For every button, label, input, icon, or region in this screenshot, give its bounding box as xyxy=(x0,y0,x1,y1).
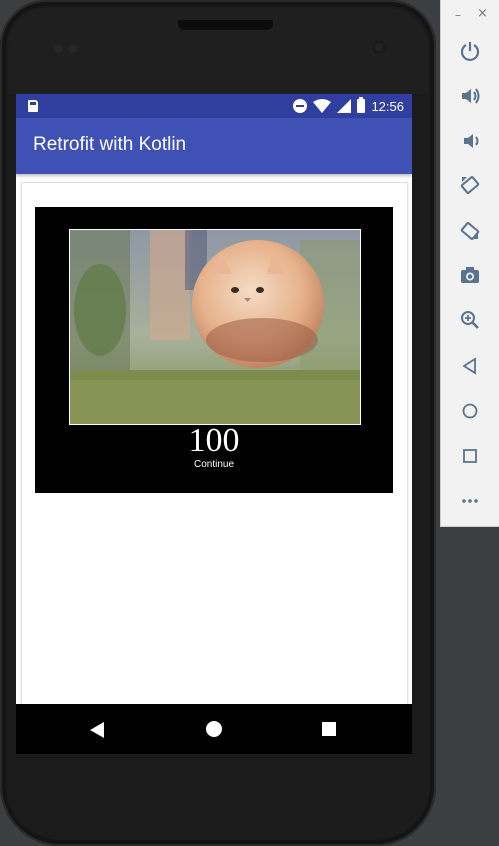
nav-home-icon[interactable] xyxy=(206,721,222,737)
sensor-dot xyxy=(54,44,63,53)
nav-recents-icon[interactable] xyxy=(322,722,336,736)
more-icon[interactable] xyxy=(457,488,483,514)
meme-number: 100 xyxy=(188,422,240,459)
status-time: 12:56 xyxy=(371,98,404,114)
rotate-right-icon[interactable] xyxy=(457,218,483,244)
meme-caption: Continue xyxy=(193,459,235,470)
status-icons: 12:56 xyxy=(293,97,404,114)
volume-up-icon[interactable] xyxy=(457,83,483,109)
emulator-toolbar: – × xyxy=(440,0,499,527)
zoom-icon[interactable] xyxy=(457,307,483,333)
flying-cat-photo xyxy=(69,229,361,425)
overview-icon[interactable] xyxy=(457,443,483,469)
sd-card-icon xyxy=(28,100,38,112)
power-icon[interactable] xyxy=(457,38,483,64)
close-button[interactable]: × xyxy=(477,6,488,21)
sensor-dot xyxy=(68,44,77,53)
screenshot-icon[interactable] xyxy=(457,262,483,288)
wifi-icon xyxy=(313,99,332,113)
meme-card[interactable]: 100 Continue xyxy=(21,182,408,754)
front-camera xyxy=(372,40,386,54)
back-icon[interactable] xyxy=(457,353,483,379)
status-bar: 12:56 xyxy=(16,94,412,118)
phone-top-bezel xyxy=(8,8,428,94)
navigation-bar xyxy=(16,704,412,754)
earpiece-speaker xyxy=(178,20,273,30)
phone-frame: 12:56 Retrofit with Kotlin 100 Continue xyxy=(0,0,436,846)
nav-back-icon[interactable] xyxy=(90,722,104,738)
signal-icon xyxy=(337,99,352,113)
meme-image[interactable]: 100 Continue xyxy=(35,207,393,493)
home-icon[interactable] xyxy=(457,398,483,424)
rotate-left-icon[interactable] xyxy=(457,172,483,198)
volume-down-icon[interactable] xyxy=(457,128,483,154)
battery-icon xyxy=(357,97,366,113)
app-bar: Retrofit with Kotlin xyxy=(16,118,412,174)
do-not-disturb-icon xyxy=(293,99,308,113)
app-title: Retrofit with Kotlin xyxy=(33,134,187,155)
toolbar-window-controls: – × xyxy=(441,6,499,26)
device-screen: 12:56 Retrofit with Kotlin 100 Continue xyxy=(16,94,412,754)
front-sensors xyxy=(54,44,84,54)
minimize-button[interactable]: – xyxy=(455,8,461,22)
